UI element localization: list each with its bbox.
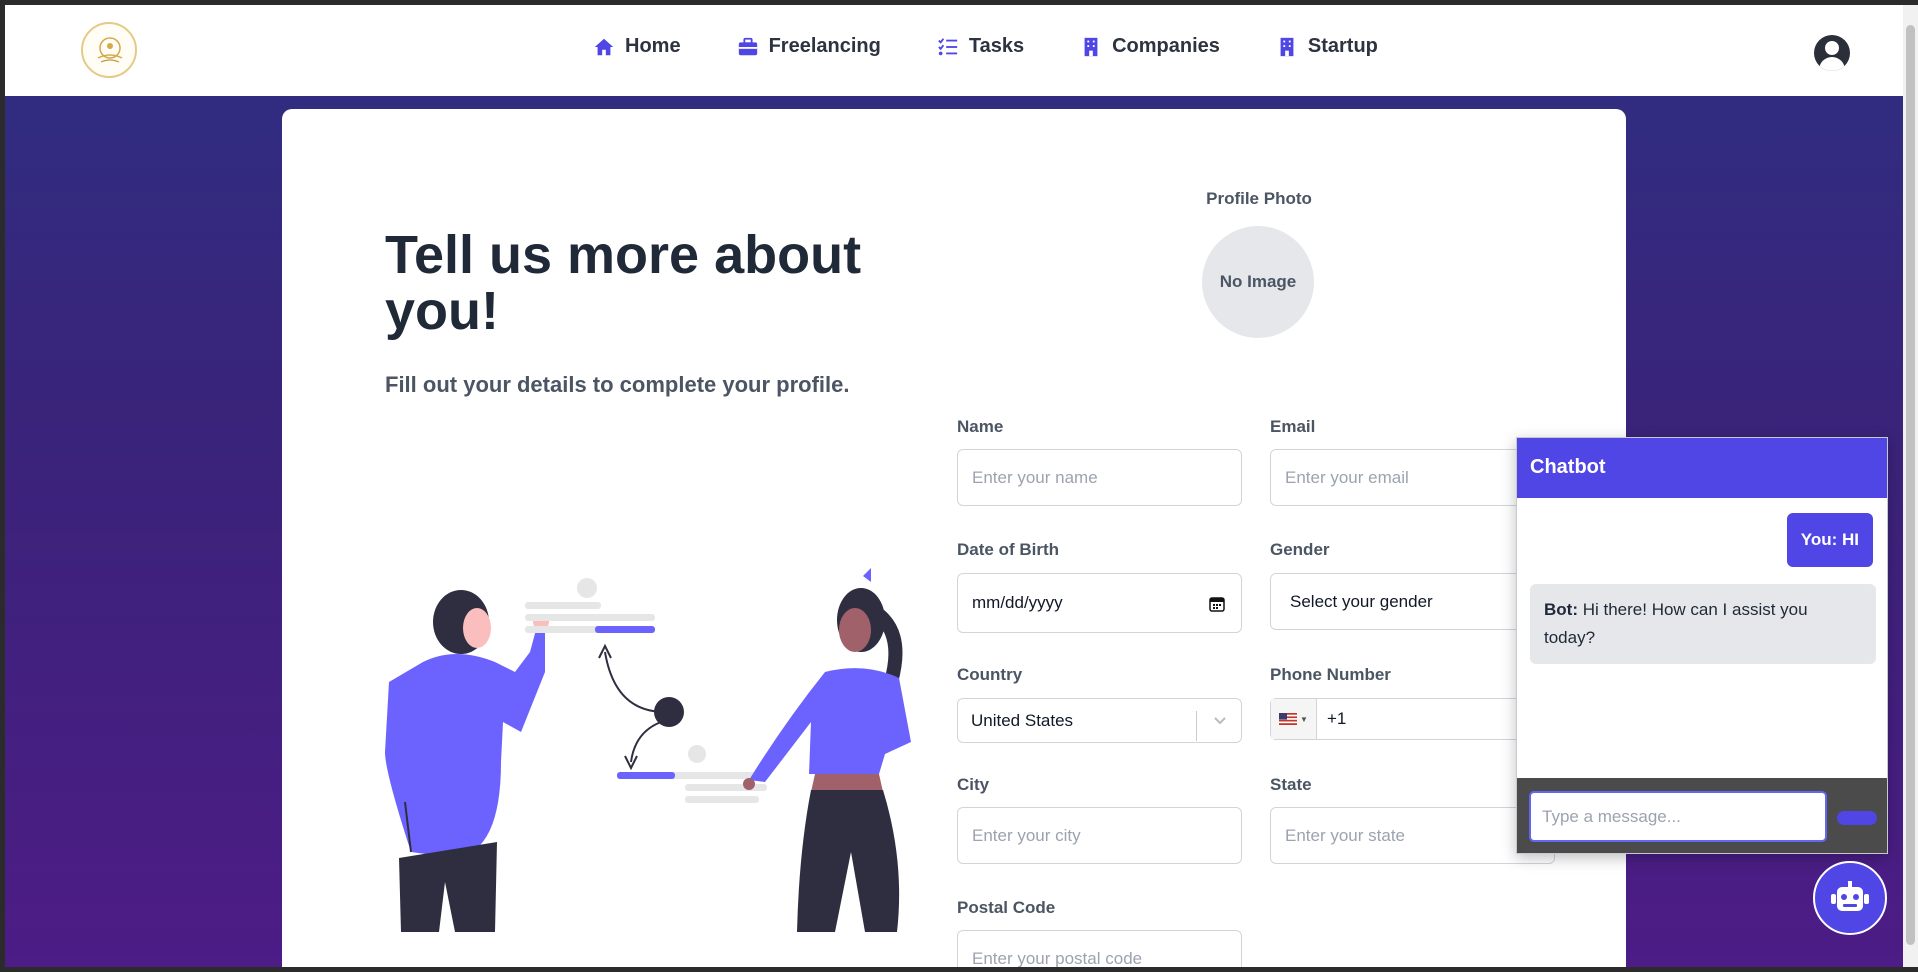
chat-input-placeholder: Type a message... [1542, 806, 1681, 826]
robot-icon [1831, 881, 1869, 911]
list-check-icon [938, 37, 958, 55]
dob-field[interactable]: mm/dd/yyyy [957, 573, 1242, 633]
gender-label: Gender [1270, 540, 1330, 559]
user-avatar-icon[interactable] [1814, 35, 1850, 71]
nav-home-label: Home [625, 35, 681, 57]
email-field[interactable]: Enter your email [1270, 449, 1555, 506]
bot-prefix: Bot: [1544, 600, 1578, 619]
page-subtitle: Fill out your details to complete your p… [385, 372, 850, 397]
nav-tasks-label: Tasks [968, 35, 1025, 57]
profile-photo-label: Profile Photo [1206, 189, 1312, 208]
dob-label: Date of Birth [957, 540, 1059, 559]
country-value: United States [971, 710, 1074, 730]
profile-illustration [385, 568, 911, 932]
country-label: Country [957, 665, 1023, 684]
nav-home[interactable]: Home [593, 35, 681, 58]
gender-value: Select your gender [1290, 591, 1433, 611]
profile-photo-placeholder: No Image [1219, 272, 1297, 291]
chat-send-button[interactable] [1837, 811, 1877, 825]
chatbot-panel: Chatbot You: HI Bot: Hi there! How can I… [1516, 437, 1888, 854]
nav-startup-label: Startup [1307, 35, 1378, 57]
country-select[interactable]: United States [957, 698, 1242, 743]
phone-value: +1 [1327, 709, 1347, 728]
nav-startup[interactable]: Startup [1276, 35, 1378, 58]
chevron-down-icon[interactable] [1213, 716, 1227, 726]
chat-input-bar: Type a message... [1517, 778, 1887, 853]
email-label: Email [1270, 417, 1316, 436]
state-label: State [1270, 775, 1312, 794]
nav-freelancing[interactable]: Freelancing [737, 35, 881, 58]
briefcase-icon [738, 37, 757, 55]
city-placeholder: Enter your city [972, 825, 1081, 845]
country-code-picker[interactable]: ▼ [1271, 699, 1317, 739]
email-placeholder: Enter your email [1285, 467, 1409, 487]
user-message: You: HI [1786, 513, 1873, 567]
city-label: City [957, 775, 990, 794]
brand-logo[interactable] [81, 22, 137, 78]
nav-freelancing-label: Freelancing [768, 35, 881, 57]
nav-tasks[interactable]: Tasks [937, 35, 1024, 58]
chat-message-input[interactable]: Type a message... [1529, 791, 1827, 842]
profile-card: Tell us more about you! Fill out your de… [282, 109, 1626, 967]
profile-photo-upload[interactable]: No Image [1202, 226, 1314, 338]
browser-viewport: Home Freelancing Tasks Companies Startup… [5, 5, 1903, 967]
caret-down-icon: ▼ [1300, 714, 1308, 724]
scrollbar-thumb[interactable] [1906, 25, 1915, 945]
name-placeholder: Enter your name [972, 467, 1098, 487]
bot-message-text: Hi there! How can I assist you today? [1544, 600, 1808, 647]
phone-label: Phone Number [1270, 665, 1391, 684]
building-icon [1084, 37, 1098, 56]
bot-message: Bot: Hi there! How can I assist you toda… [1530, 584, 1876, 664]
top-navbar: Home Freelancing Tasks Companies Startup [5, 5, 1903, 96]
phone-field[interactable]: ▼ +1 [1270, 698, 1555, 740]
us-flag-icon [1279, 713, 1298, 725]
postal-label: Postal Code [957, 898, 1056, 917]
main-nav: Home Freelancing Tasks Companies Startup [593, 35, 1378, 58]
page-scrollbar[interactable] [1903, 5, 1918, 967]
select-divider [1196, 711, 1197, 741]
state-placeholder: Enter your state [1285, 825, 1406, 845]
name-field[interactable]: Enter your name [957, 449, 1242, 506]
calendar-icon[interactable] [1209, 596, 1225, 612]
home-icon [594, 38, 614, 55]
postal-placeholder: Enter your postal code [972, 948, 1143, 968]
name-label: Name [957, 417, 1004, 436]
nav-companies[interactable]: Companies [1080, 35, 1220, 58]
nav-companies-label: Companies [1112, 35, 1220, 57]
page-title: Tell us more about you! [385, 225, 862, 341]
chatbot-toggle-button[interactable] [1813, 861, 1887, 935]
state-field[interactable]: Enter your state [1270, 807, 1555, 864]
building-icon [1280, 37, 1294, 56]
gender-select[interactable]: Select your gender [1270, 573, 1555, 630]
city-field[interactable]: Enter your city [957, 807, 1242, 864]
postal-field[interactable]: Enter your postal code [957, 930, 1242, 967]
chatbot-title: Chatbot [1517, 438, 1887, 498]
dob-value: mm/dd/yyyy [972, 593, 1063, 612]
